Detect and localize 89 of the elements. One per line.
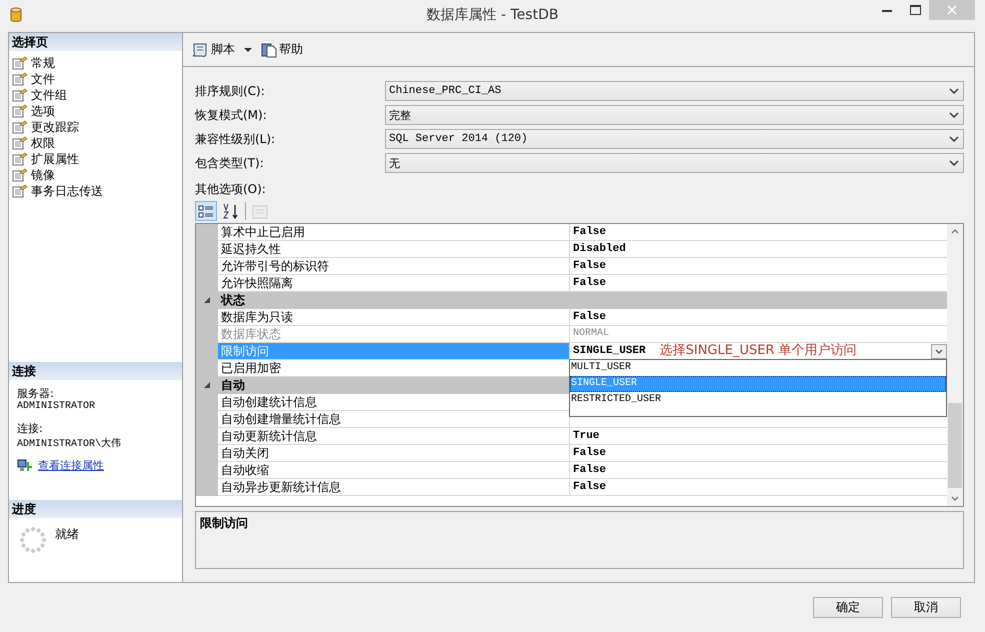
nav-item[interactable]: 选项 (12, 103, 182, 119)
property-value: True (573, 429, 600, 444)
dropdown-option[interactable]: RESTRICTED_USER (570, 392, 946, 408)
category-label: 状态 (218, 292, 947, 309)
scrollbar[interactable] (947, 224, 963, 506)
property-value: False (573, 310, 606, 325)
property-name[interactable]: 自动创建增量统计信息 (218, 411, 570, 428)
property-name[interactable]: 自动收缩 (218, 462, 570, 479)
page-icon (12, 72, 28, 86)
property-value: False (573, 446, 606, 461)
dropdown-field[interactable]: 完整 (385, 105, 964, 125)
network-icon (17, 458, 33, 472)
field-label: 排序规则(C): (195, 82, 266, 100)
nav-item[interactable]: 权限 (12, 135, 182, 151)
page-icon (12, 104, 28, 118)
property-value: False (573, 276, 606, 291)
annotation-text: 选择SINGLE_USER 单个用户访问 (660, 343, 857, 359)
page-icon (12, 152, 28, 166)
maximize-icon[interactable] (910, 5, 920, 15)
scrollbar-thumb[interactable] (948, 403, 962, 488)
field-label: 包含类型(T): (195, 154, 265, 172)
dropdown-option[interactable]: MULTI_USER (570, 360, 946, 376)
property-name[interactable]: 自动关闭 (218, 445, 570, 462)
field-label: 兼容性级别(L): (195, 130, 276, 148)
dialog-button[interactable]: 确定 (813, 597, 883, 618)
field-label: 连接: (17, 421, 44, 436)
script-button[interactable]: 脚本 (191, 41, 235, 58)
caret-icon (949, 88, 959, 94)
expanded-icon[interactable] (204, 382, 210, 389)
property-name[interactable]: 数据库为只读 (218, 309, 570, 326)
nav-item[interactable]: 文件组 (12, 87, 182, 103)
nav-item[interactable]: 镜像 (12, 167, 182, 183)
property-name[interactable]: 算术中止已启用 (218, 224, 570, 241)
property-name[interactable]: 自动异步更新统计信息 (218, 479, 570, 496)
help-icon (261, 42, 277, 58)
property-value: False (573, 463, 606, 478)
help-button[interactable]: 帮助 (261, 41, 303, 58)
dropdown-field[interactable]: SQL Server 2014 (120) (385, 129, 964, 149)
property-name[interactable]: 已启用加密 (218, 360, 570, 377)
connection-properties-link[interactable]: 查看连接属性 (38, 458, 104, 473)
connection-name: ADMINISTRATOR\大伟 (17, 436, 122, 450)
categorized-view-button[interactable] (195, 201, 217, 221)
property-name[interactable]: 自动更新统计信息 (218, 428, 570, 445)
chevron-icon (935, 348, 943, 354)
page-icon (12, 168, 28, 182)
property-value: NORMAL (573, 327, 610, 341)
page-icon (12, 184, 28, 198)
nav-item[interactable]: 扩展属性 (12, 151, 182, 167)
property-name[interactable]: 允许快照隔离 (218, 275, 570, 292)
minimize-icon[interactable] (882, 8, 892, 12)
nav-item[interactable]: 事务日志传送 (12, 183, 182, 199)
property-value: False (573, 259, 606, 274)
property-value: SINGLE_USER (573, 344, 646, 359)
status-text: 就绪 (55, 526, 79, 543)
property-value: False (573, 480, 606, 495)
section-header: 选择页 (9, 33, 182, 51)
page-icon (12, 56, 28, 70)
spinner-icon (19, 526, 47, 554)
page-icon (12, 120, 28, 134)
field-label: 服务器: (17, 386, 55, 401)
expanded-icon[interactable] (204, 297, 210, 304)
property-value: False (573, 225, 606, 240)
field-label: 恢复模式(M): (195, 106, 268, 124)
section-header: 连接 (9, 362, 182, 380)
page-icon (12, 136, 28, 150)
property-name[interactable]: 延迟持久性 (218, 241, 570, 258)
caret-icon (949, 112, 959, 118)
close-icon (947, 5, 957, 15)
property-name[interactable]: 自动创建统计信息 (218, 394, 570, 411)
page-icon (12, 88, 28, 102)
caret-icon (949, 160, 959, 166)
section-label: 其他选项(O): (195, 181, 267, 198)
description-title: 限制访问 (195, 511, 964, 569)
dropdown-field[interactable]: 无 (385, 153, 964, 173)
property-value: Disabled (573, 242, 626, 257)
caret-icon (949, 136, 959, 142)
dropdown-button[interactable] (931, 344, 947, 358)
window-title: 数据库属性 - TestDB (426, 6, 558, 24)
nav-item[interactable]: 更改跟踪 (12, 119, 182, 135)
nav-item[interactable]: 文件 (12, 71, 182, 87)
nav-item[interactable]: 常规 (12, 55, 182, 71)
property-name[interactable]: 允许带引号的标识符 (218, 258, 570, 275)
dialog-button[interactable]: 取消 (891, 597, 961, 618)
section-header: 进度 (9, 500, 182, 518)
server-name: ADMINISTRATOR (17, 401, 96, 412)
scroll-icon (191, 42, 209, 58)
caret-icon[interactable] (242, 46, 254, 54)
dropdown-field[interactable]: Chinese_PRC_CI_AS (385, 81, 964, 101)
database-icon (10, 7, 22, 23)
